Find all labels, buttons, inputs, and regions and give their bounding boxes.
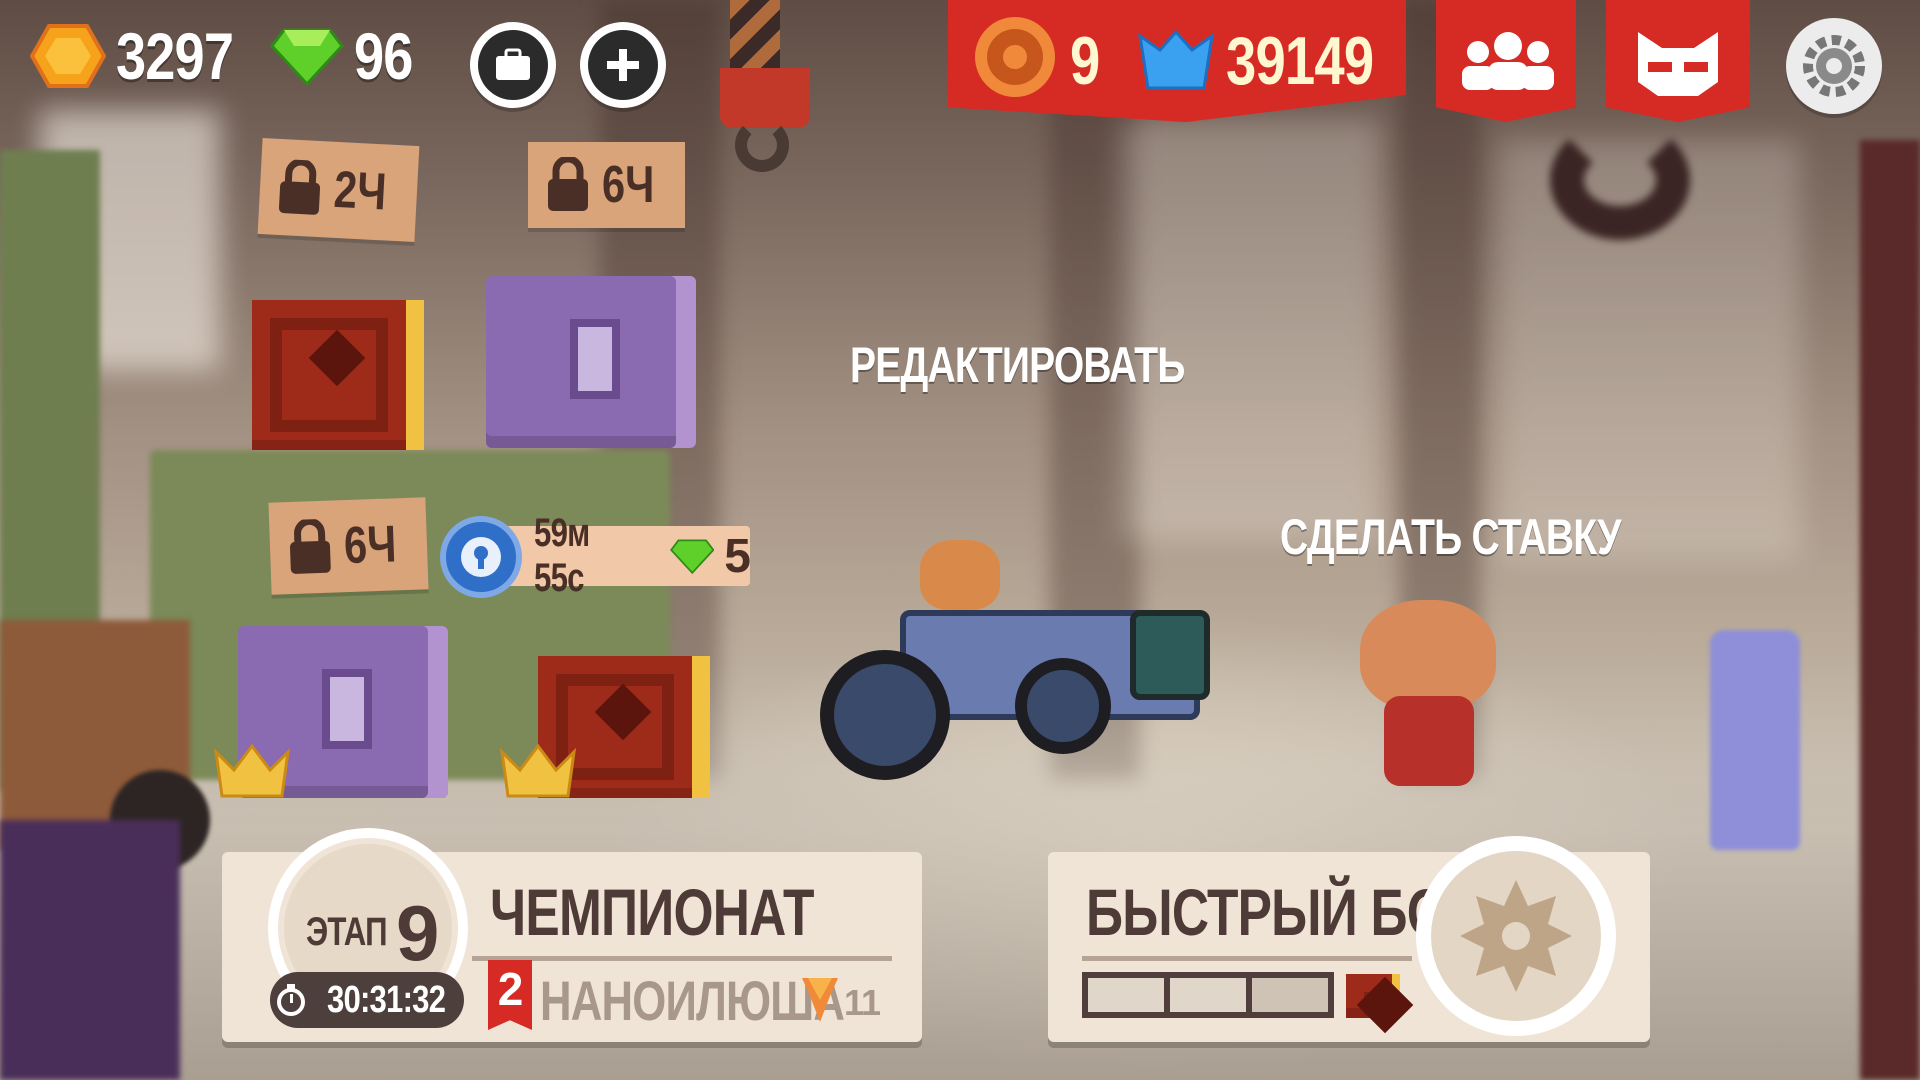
coins-value: 3297	[116, 19, 234, 93]
chest-slot-1-lock: 2Ч	[257, 137, 420, 243]
stopwatch-icon	[276, 984, 305, 1016]
player-cat	[920, 540, 1000, 610]
progress-segment	[1088, 978, 1164, 1012]
green-gem-icon	[270, 28, 344, 86]
chest-slot-1[interactable]	[252, 300, 424, 450]
chest-slot-2-lock: 6Ч	[528, 142, 686, 228]
player-vehicle[interactable]	[820, 540, 1230, 780]
league-points: 11	[844, 982, 881, 1023]
profile-button[interactable]	[1606, 0, 1750, 122]
chest-slot-2[interactable]	[486, 276, 696, 448]
gear-icon	[1803, 35, 1865, 97]
gas-canister	[1710, 630, 1800, 850]
opponent-cat	[1360, 600, 1500, 790]
unlock-timer-icon	[440, 516, 522, 598]
quick-battle-button[interactable]	[1416, 836, 1616, 1036]
league-medal-icon	[802, 978, 838, 1022]
stage-number: 9	[396, 889, 439, 977]
league-position: 2	[497, 963, 524, 1015]
opponent-name: НАНОИЛЮША	[540, 969, 845, 1032]
inventory-button[interactable]	[470, 22, 556, 108]
unlock-timer-text: 59м 55с	[534, 511, 590, 600]
league-position-flag: 2	[488, 960, 532, 1030]
green-gem-icon	[669, 539, 715, 575]
crown-icon	[214, 743, 290, 798]
edit-vehicle-label[interactable]: РЕДАКТИРОВАТЬ	[850, 336, 1185, 394]
crown-icon	[500, 743, 576, 798]
blue-cat-crown-icon	[1138, 30, 1214, 90]
progress-segment	[1252, 978, 1328, 1012]
quick-battle-reward-crate	[1346, 974, 1400, 1018]
coins-counter: 3297	[30, 18, 259, 94]
player-level: 9	[1070, 23, 1100, 99]
chest-slot-3-lock: 6Ч	[268, 497, 430, 595]
quick-battle-progress	[1082, 972, 1334, 1018]
gems-value: 96	[354, 19, 413, 93]
crane-hook	[730, 0, 780, 70]
stage-label: ЭТАП	[306, 910, 388, 954]
lock-icon	[289, 518, 331, 574]
inventory-box-icon	[496, 48, 530, 80]
unlock-gem-cost: 5	[724, 529, 751, 583]
add-button[interactable]	[580, 22, 666, 108]
place-bet-label[interactable]: СДЕЛАТЬ СТАВКУ	[1280, 508, 1622, 566]
championship-timer-value: 30:31:32	[326, 978, 446, 1021]
team-people-icon	[1462, 32, 1554, 90]
gems-counter: 96	[270, 18, 425, 94]
championship-title: ЧЕМПИОНАТ	[490, 875, 814, 949]
cat-mask-icon	[1638, 32, 1718, 96]
progress-segment	[1170, 978, 1246, 1012]
championship-timer: 30:31:32	[270, 972, 464, 1028]
gear-medal-icon	[975, 17, 1055, 97]
trophy-count: 39149	[1226, 23, 1374, 99]
lock-icon	[548, 157, 588, 211]
hexagon-coin-icon	[30, 24, 106, 88]
settings-button[interactable]	[1786, 18, 1882, 114]
saw-blade-icon	[1460, 880, 1572, 992]
plus-icon	[607, 49, 639, 81]
lock-icon	[278, 158, 321, 215]
team-button[interactable]	[1436, 0, 1576, 122]
keyhole-icon	[461, 537, 501, 577]
